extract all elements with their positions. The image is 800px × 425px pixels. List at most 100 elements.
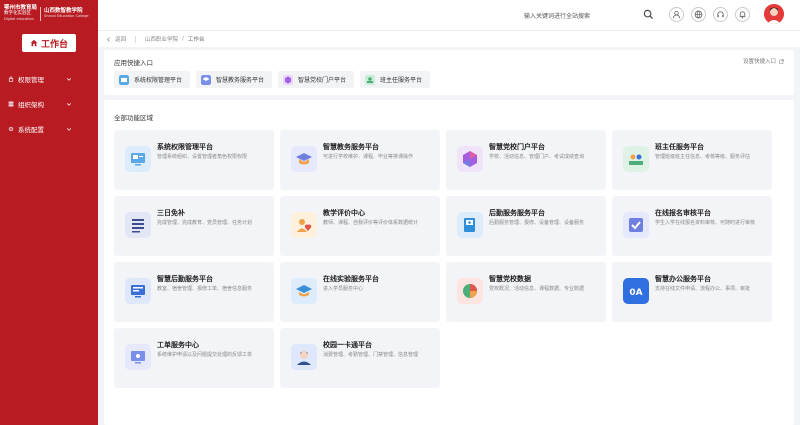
- card-description: 教室、宿舍管理、报修工单、宿舍信息服务: [157, 286, 253, 292]
- quick-entry-title: 应用快捷入口: [114, 59, 153, 67]
- sidebar: 鄂州市教育局 数字化实验区 Digital education 山西数智教学院 …: [0, 0, 98, 425]
- function-card[interactable]: 0A 智慧办公服务平台 支持在线文件申请、流程办公、事项、审批: [612, 262, 772, 322]
- quick-entry-item[interactable]: 智慧党校门户平台: [278, 71, 355, 88]
- hexagon-icon: [457, 146, 483, 172]
- avatar[interactable]: [764, 4, 784, 24]
- top-bar: 输入关键词进行全站搜索: [98, 0, 800, 30]
- check-icon: [623, 212, 649, 238]
- stack-icon: [291, 278, 317, 304]
- card-description: 党校概况、活动信息、课程数据、专业数据: [489, 286, 585, 292]
- user-button[interactable]: [669, 7, 684, 22]
- class-icon: [623, 146, 649, 172]
- settings-icon: [8, 126, 14, 131]
- avatar-image: [764, 4, 784, 24]
- card-description: 管理系统组织、设置管理者角色权限权限: [157, 154, 248, 160]
- card-title: 智慧办公服务平台: [655, 275, 711, 283]
- function-card[interactable]: 智慧党校门户平台 学校、活动信息、管理门户、考试成绩查询: [446, 130, 606, 190]
- sidebar-item-system-config[interactable]: 系统配置: [0, 116, 98, 141]
- bell-icon: [739, 11, 746, 19]
- function-card[interactable]: 系统权限管理平台 管理系统组织、设置管理者角色权限权限: [114, 130, 274, 190]
- sidebar-item-label: 权限管理: [18, 75, 44, 84]
- chevron-down-icon: [66, 102, 72, 106]
- quick-entry-item[interactable]: 系统权限管理平台: [114, 71, 191, 88]
- support-icon: [717, 11, 724, 18]
- quick-entry-panel: 应用快捷入口 设置快捷入口 系统权限管理平台 智慧教务服务平台 智慧党校门户平台…: [104, 50, 794, 95]
- search-input[interactable]: 输入关键词进行全站搜索: [516, 8, 656, 23]
- settings-panel-icon: [125, 146, 151, 172]
- sidebar-nav: 权限管理 组织架构 系统配置: [0, 66, 98, 141]
- chevron-left-icon[interactable]: [106, 36, 111, 42]
- card-description: 进入学员服务中心: [323, 286, 364, 292]
- notifications-button[interactable]: [735, 7, 750, 22]
- graduation-cap-icon: [291, 146, 317, 172]
- card-title: 在线报名审核平台: [655, 209, 711, 217]
- card-title: 工单服务中心: [157, 341, 199, 349]
- card-description: 可进行学校维护、课程、毕业等排课操作: [323, 154, 414, 160]
- quick-entry-item[interactable]: 智慧教务服务平台: [196, 71, 273, 88]
- function-card[interactable]: 智慧党校数据 党校概况、活动信息、课程数据、专业数据: [446, 262, 606, 322]
- card-title: 校园一卡通平台: [323, 341, 372, 349]
- workbench-button[interactable]: 工作台: [22, 34, 76, 52]
- breadcrumb-item[interactable]: 山西职业学院: [145, 35, 178, 43]
- quick-entry-settings[interactable]: 设置快捷入口: [743, 57, 784, 65]
- org-icon: [8, 101, 14, 106]
- logo[interactable]: 鄂州市教育局 数字化实验区 Digital education 山西数智教学院 …: [0, 0, 98, 27]
- quick-entry-list: 系统权限管理平台 智慧教务服务平台 智慧党校门户平台 班主任服务平台: [114, 71, 431, 88]
- card-title: 系统权限管理平台: [157, 143, 213, 151]
- logo-left: 鄂州市教育局 数字化实验区 Digital education: [4, 5, 37, 22]
- function-card[interactable]: 校园一卡通平台 消费管理、考勤管理、门禁管理、信息管理: [280, 328, 440, 388]
- sidebar-item-permissions[interactable]: 权限管理: [0, 66, 98, 91]
- card-description: 完成管理、完成教育、党员管理、任务计划: [157, 220, 253, 226]
- function-card[interactable]: 教学评价中心 教师、课程、自我评价等评价体系数据统计: [280, 196, 440, 256]
- user-icon: [672, 10, 681, 19]
- external-link-icon: [779, 58, 784, 64]
- card-title: 班主任服务平台: [655, 143, 704, 151]
- screen-icon: [125, 278, 151, 304]
- breadcrumb-divider: [135, 35, 137, 43]
- card-title: 智慧教务服务平台: [323, 143, 379, 151]
- breadcrumb-current: 工作台: [187, 37, 205, 43]
- function-card[interactable]: 后勤服务服务平台 后勤服务管理、报修、设备管理、设备服务: [446, 196, 606, 256]
- quick-entry-label: 智慧党校门户平台: [298, 77, 347, 84]
- card-title: 三日免补: [157, 209, 185, 217]
- sidebar-item-organization[interactable]: 组织架构: [0, 91, 98, 116]
- sidebar-item-label: 系统配置: [18, 125, 44, 134]
- card-description: 教师、课程、自我评价等评价体系数据统计: [323, 220, 419, 226]
- breadcrumb-back[interactable]: 返回: [115, 35, 126, 43]
- svg-text:0A: 0A: [629, 288, 642, 298]
- class-icon: [365, 74, 376, 85]
- function-card[interactable]: 在线实验服务平台 进入学员服务中心: [280, 262, 440, 322]
- hexagon-icon: [283, 74, 294, 85]
- card-description: 后勤服务管理、报修、设备管理、设备服务: [489, 220, 585, 226]
- sidebar-item-label: 组织架构: [18, 100, 44, 109]
- list-icon: [125, 212, 151, 238]
- support-button[interactable]: [713, 7, 728, 22]
- chevron-down-icon: [66, 77, 72, 81]
- breadcrumb-separator: /: [182, 36, 184, 42]
- function-card[interactable]: 智慧教务服务平台 可进行学校维护、课程、毕业等排课操作: [280, 130, 440, 190]
- function-card[interactable]: 工单服务中心 系统维护申请以及问题提交处理的反馈工单: [114, 328, 274, 388]
- monitor-icon: [125, 344, 151, 370]
- book-icon: [457, 212, 483, 238]
- function-card[interactable]: 三日免补 完成管理、完成教育、党员管理、任务计划: [114, 196, 274, 256]
- card-title: 智慧党校数据: [489, 275, 531, 283]
- function-card[interactable]: 智慧后勤服务平台 教室、宿舍管理、报修工单、宿舍信息服务: [114, 262, 274, 322]
- function-card[interactable]: 在线报名审核平台 学生入学在线报名资料审核、可随时进行审核: [612, 196, 772, 256]
- breadcrumb: 返回 山西职业学院 / 工作台: [98, 30, 800, 47]
- card-title: 后勤服务服务平台: [489, 209, 545, 217]
- quick-entry-item[interactable]: 班主任服务平台: [360, 71, 431, 88]
- logo-right: 山西数智教学院 Shanxi Education College: [44, 8, 89, 19]
- globe-button[interactable]: [691, 7, 706, 22]
- function-card[interactable]: 班主任服务平台 管理班级班主任信息、考核等级、服务评估: [612, 130, 772, 190]
- card-description: 系统维护申请以及问题提交处理的反馈工单: [157, 352, 253, 358]
- workbench-label: 工作台: [40, 39, 68, 50]
- search-icon[interactable]: [643, 9, 654, 20]
- card-description: 学生入学在线报名资料审核、可随时进行审核: [655, 220, 756, 226]
- chevron-down-icon: [66, 127, 72, 131]
- logo-right-line2: Shanxi Education College: [44, 14, 89, 18]
- quick-entry-label: 智慧教务服务平台: [216, 77, 265, 84]
- card-title: 智慧后勤服务平台: [157, 275, 213, 283]
- quick-entry-label: 系统权限管理平台: [134, 77, 183, 84]
- person-icon: [291, 344, 317, 370]
- globe-icon: [694, 10, 703, 19]
